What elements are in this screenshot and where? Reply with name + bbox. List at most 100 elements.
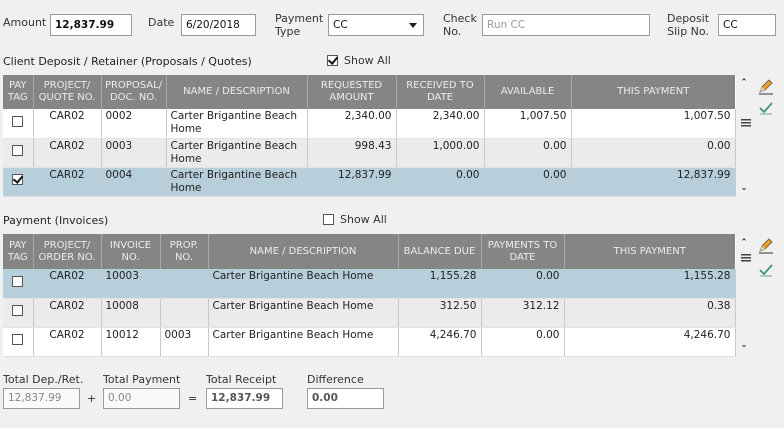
deposit-table-header: PAY TAG PROJECT/ QUOTE NO. PROPOSAL/ DOC… (3, 75, 735, 109)
total-dep-label: Total Dep./Ret. (3, 373, 84, 386)
doc-cell: 0003 (101, 138, 167, 168)
date-field[interactable]: 6/20/2018 (181, 14, 256, 36)
project-cell: CAR02 (33, 109, 102, 139)
name-cell: Carter Brigantine Beach Home (208, 269, 399, 299)
name-cell: Carter Brigantine Beach Home (166, 167, 308, 197)
received-cell: 0.00 (396, 167, 485, 197)
available-cell: 1,007.50 (484, 109, 572, 139)
project-cell: CAR02 (33, 298, 102, 328)
col-name-description[interactable]: NAME / DESCRIPTION (166, 75, 308, 109)
invoice-cell: 10003 (101, 269, 161, 299)
amount-field[interactable]: 12,837.99 (50, 14, 132, 36)
total-receipt-field: 12,837.99 (206, 388, 283, 409)
pencil-icon[interactable] (757, 79, 775, 95)
scroll-down-icon[interactable]: ⌄ (739, 340, 749, 350)
balance-cell: 1,155.28 (398, 269, 482, 299)
paid-cell: 312.12 (481, 298, 565, 328)
deposit-show-all-checkbox[interactable] (327, 55, 338, 66)
col-balance-due[interactable]: BALANCE DUE (398, 234, 482, 269)
invoice-cell: 10008 (101, 298, 161, 328)
invoice-show-all-label: Show All (340, 213, 387, 226)
check-no-label: Check No. (443, 12, 477, 38)
project-cell: CAR02 (33, 327, 102, 357)
table-row[interactable]: CAR02 10008 Carter Brigantine Beach Home… (3, 298, 736, 328)
prop-cell (160, 269, 209, 299)
doc-cell: 0002 (101, 109, 167, 139)
name-cell: Carter Brigantine Beach Home (166, 109, 308, 139)
check-no-field[interactable]: Run CC (482, 14, 650, 36)
col-prop-no[interactable]: PROP. NO. (160, 234, 209, 269)
col-pay-tag[interactable]: PAY TAG (3, 234, 34, 269)
deposit-table: PAY TAG PROJECT/ QUOTE NO. PROPOSAL/ DOC… (3, 75, 736, 197)
payment-cell[interactable]: 0.00 (571, 138, 736, 168)
list-icon[interactable] (737, 117, 755, 131)
total-receipt-label: Total Receipt (206, 373, 277, 386)
received-cell: 2,340.00 (396, 109, 485, 139)
deposit-section-title: Client Deposit / Retainer (Proposals / Q… (3, 55, 252, 68)
deposit-slip-field[interactable]: CC (718, 14, 776, 36)
paid-cell: 0.00 (481, 269, 565, 299)
prop-cell (160, 298, 209, 328)
col-available[interactable]: AVAILABLE (484, 75, 572, 109)
scroll-up-icon[interactable]: ⌃ (739, 238, 749, 248)
payment-type-value: CC (333, 19, 348, 31)
doc-cell: 0004 (101, 167, 167, 197)
amount-label: Amount (3, 16, 47, 29)
difference-field: 0.00 (307, 388, 384, 409)
payment-cell[interactable]: 1,007.50 (571, 109, 736, 139)
payment-cell[interactable]: 4,246.70 (564, 327, 736, 357)
invoice-table-header: PAY TAG PROJECT/ ORDER NO. INVOICE NO. P… (3, 234, 735, 269)
pencil-icon[interactable] (757, 238, 775, 254)
invoice-table: PAY TAG PROJECT/ ORDER NO. INVOICE NO. P… (3, 234, 736, 357)
checkmark-icon[interactable] (757, 263, 775, 277)
scroll-down-icon[interactable]: ⌄ (739, 183, 749, 193)
pay-tag-checkbox[interactable] (12, 145, 24, 156)
table-row[interactable]: CAR02 0003 Carter Brigantine Beach Home … (3, 138, 736, 168)
received-cell: 1,000.00 (396, 138, 485, 168)
pay-tag-checkbox[interactable] (12, 305, 24, 316)
pay-tag-checkbox[interactable] (12, 115, 24, 127)
pay-tag-checkbox[interactable] (12, 334, 24, 345)
payment-cell[interactable]: 12,837.99 (571, 167, 736, 197)
col-invoice-no[interactable]: INVOICE NO. (101, 234, 161, 269)
balance-cell: 312.50 (398, 298, 482, 328)
total-payment-label: Total Payment (103, 373, 181, 386)
scroll-up-icon[interactable]: ⌃ (739, 78, 749, 88)
col-project-order-no[interactable]: PROJECT/ ORDER NO. (33, 234, 102, 269)
payment-cell[interactable]: 1,155.28 (564, 269, 736, 299)
paid-cell: 0.00 (481, 327, 565, 357)
pay-tag-checkbox[interactable] (12, 174, 24, 185)
table-row[interactable]: CAR02 0004 Carter Brigantine Beach Home … (3, 167, 736, 197)
deposit-show-all[interactable]: Show All (327, 54, 391, 67)
equals-sign: = (188, 392, 198, 405)
col-this-payment[interactable]: THIS PAYMENT (571, 75, 735, 109)
list-icon[interactable] (737, 252, 755, 266)
col-payments-to-date[interactable]: PAYMENTS TO DATE (481, 234, 565, 269)
name-cell: Carter Brigantine Beach Home (166, 138, 308, 168)
checkmark-icon[interactable] (757, 101, 775, 115)
balance-cell: 4,246.70 (398, 327, 482, 357)
col-proposal-doc-no[interactable]: PROPOSAL/ DOC. NO. (101, 75, 167, 109)
table-row[interactable]: CAR02 10012 0003 Carter Brigantine Beach… (3, 327, 736, 357)
col-project-quote-no[interactable]: PROJECT/ QUOTE NO. (33, 75, 102, 109)
col-received-to-date[interactable]: RECEIVED TO DATE (396, 75, 485, 109)
payment-type-select[interactable]: CC (328, 14, 424, 36)
invoice-show-all-checkbox[interactable] (323, 214, 334, 225)
col-requested-amount[interactable]: REQUESTED AMOUNT (307, 75, 397, 109)
total-dep-field: 12,837.99 (3, 388, 80, 409)
invoice-show-all[interactable]: Show All (323, 213, 387, 226)
project-cell: CAR02 (33, 167, 102, 197)
col-pay-tag[interactable]: PAY TAG (3, 75, 34, 109)
invoice-section-title: Payment (Invoices) (3, 214, 109, 227)
deposit-show-all-label: Show All (344, 54, 391, 67)
col-this-payment[interactable]: THIS PAYMENT (564, 234, 735, 269)
table-row[interactable]: CAR02 0002 Carter Brigantine Beach Home … (3, 109, 736, 139)
project-cell: CAR02 (33, 269, 102, 299)
col-name-description[interactable]: NAME / DESCRIPTION (208, 234, 399, 269)
table-row[interactable]: CAR02 10003 Carter Brigantine Beach Home… (3, 269, 736, 299)
plus-sign: + (87, 392, 97, 405)
payment-cell[interactable]: 0.38 (564, 298, 736, 328)
total-payment-field: 0.00 (103, 388, 180, 409)
name-cell: Carter Brigantine Beach Home (208, 327, 399, 357)
pay-tag-checkbox[interactable] (12, 275, 24, 287)
